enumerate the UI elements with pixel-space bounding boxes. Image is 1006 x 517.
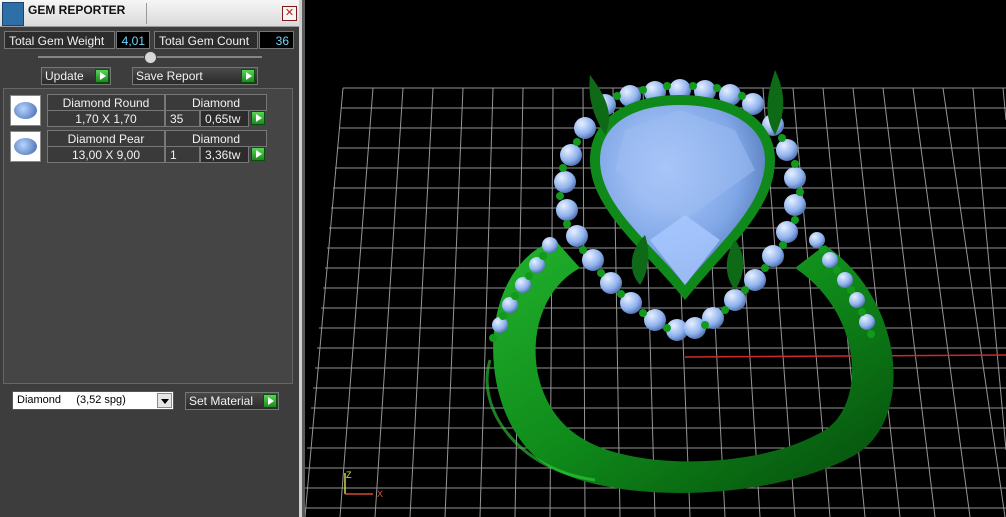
gem-material: Diamond: [165, 94, 267, 111]
save-report-arrow-icon: [241, 69, 255, 83]
pear-gem-icon: [10, 131, 41, 162]
title-bar[interactable]: GEM REPORTER ✕: [0, 0, 299, 27]
update-button-label: Update: [45, 69, 84, 83]
update-button[interactable]: Update: [41, 67, 111, 85]
set-material-arrow-icon: [263, 394, 277, 408]
center-pear-stone: [590, 95, 775, 300]
material-select-value: Diamond (3,52 spg): [17, 394, 126, 406]
gem-name: Diamond Pear: [47, 130, 165, 147]
update-arrow-icon: [95, 69, 109, 83]
ring-render[interactable]: Z X: [305, 0, 1006, 517]
gem-size: 13,00 X 9,00: [47, 146, 165, 163]
gem-reporter-app-icon: [2, 2, 24, 26]
gem-list: Diamond Round Diamond 1,70 X 1,70 35 0,6…: [3, 88, 293, 384]
round-gem-icon: [10, 95, 41, 126]
axis-x-label: X: [377, 489, 383, 499]
gem-weight: 3,36tw: [200, 146, 249, 163]
3d-viewport[interactable]: Z X: [305, 0, 1006, 517]
set-material-button-label: Set Material: [189, 394, 254, 408]
total-gem-count-label: Total Gem Count: [154, 31, 258, 49]
material-select[interactable]: Diamond (3,52 spg): [12, 391, 174, 410]
panel-splitter-handle[interactable]: [144, 51, 157, 64]
gem-material: Diamond: [165, 130, 267, 147]
title-separator: [146, 3, 147, 24]
gem-row-action-icon[interactable]: [251, 111, 265, 125]
set-material-button[interactable]: Set Material: [185, 392, 279, 410]
total-gem-weight-label: Total Gem Weight: [4, 31, 115, 49]
axis-z-label: Z: [346, 470, 352, 480]
chevron-down-icon[interactable]: [157, 393, 172, 408]
gem-row-action-icon[interactable]: [251, 147, 265, 161]
save-report-button[interactable]: Save Report: [132, 67, 258, 85]
gem-weight: 0,65tw: [200, 110, 249, 127]
close-button[interactable]: ✕: [282, 6, 297, 21]
panel-title: GEM REPORTER: [28, 3, 126, 17]
total-gem-count-value: 36: [259, 31, 294, 49]
gem-reporter-panel: GEM REPORTER ✕ Total Gem Weight 4,01 Tot…: [0, 0, 302, 517]
save-report-button-label: Save Report: [136, 69, 203, 83]
gem-size: 1,70 X 1,70: [47, 110, 165, 127]
gem-name: Diamond Round: [47, 94, 165, 111]
gem-count: 35: [165, 110, 200, 127]
x-axis-line: [684, 354, 1006, 358]
gem-count: 1: [165, 146, 200, 163]
total-gem-weight-value: 4,01: [116, 31, 150, 49]
